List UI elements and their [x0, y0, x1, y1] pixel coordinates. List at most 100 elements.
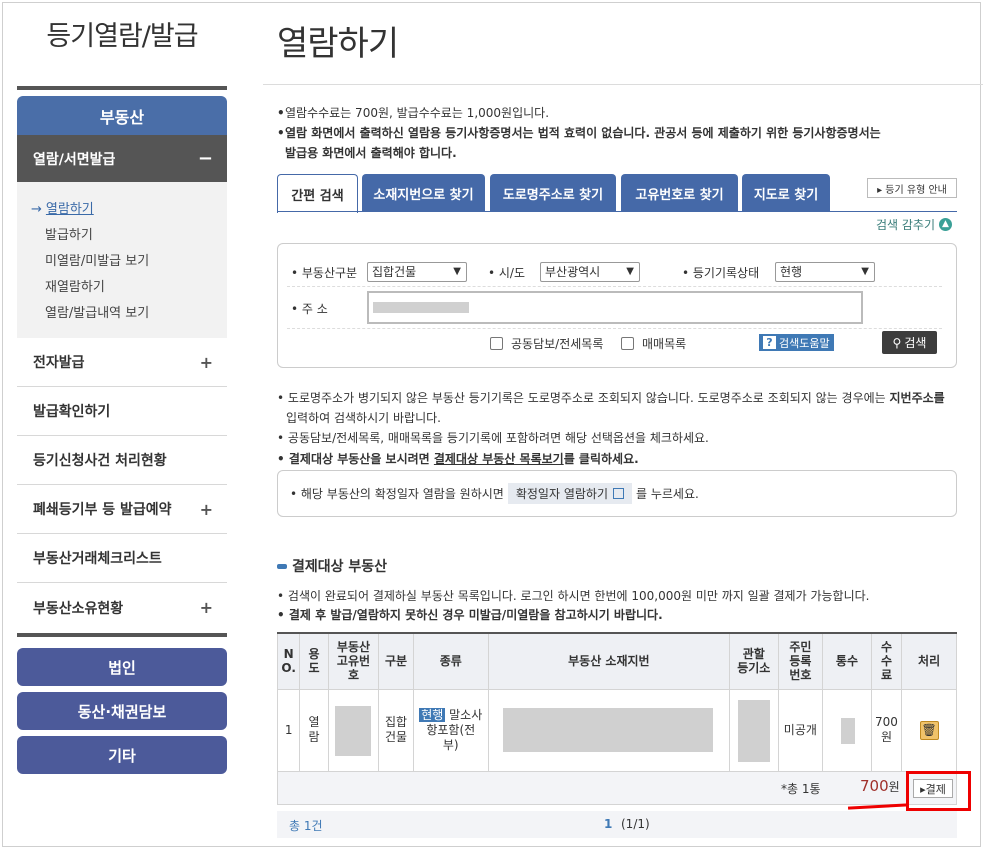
cell-address — [487, 688, 730, 772]
cell-unique-no — [327, 688, 380, 772]
cell-kind: 현행 말소사 항포함(전 부) — [412, 688, 489, 772]
chevron-down-icon: ▼ — [861, 266, 869, 277]
payment-table: N O. 용 도 부동산 고유번 호 구분 종류 부동산 소재지번 관할 등기소… — [276, 632, 957, 805]
minus-icon[interactable]: − — [198, 148, 213, 169]
sidebar-corporate-button[interactable]: 법인 — [17, 648, 227, 686]
tab-simple-search[interactable]: 간편 검색 — [277, 174, 358, 213]
collapse-search-toggle[interactable]: 검색 감추기 ▲ — [876, 216, 953, 233]
cell-resident: 미공개 — [777, 688, 824, 772]
trash-icon[interactable]: 🗑 — [919, 720, 939, 740]
info-road-address-cont: 입력하여 검색하시기 바랍니다. — [286, 411, 441, 425]
sidebar-sub-list: → 열람하기 발급하기 미열람/미발급 보기 재열람하기 열람/발급내역 보기 — [17, 182, 227, 338]
blurred-registry — [737, 699, 770, 762]
confirm-date-button[interactable]: 확정일자 열람하기 — [507, 483, 632, 504]
info-payment-list: • 결제대상 부동산을 보시려면 결제대상 부동산 목록보기를 클릭하세요. — [277, 452, 639, 466]
external-link-icon — [612, 488, 624, 499]
cell-use: 열 람 — [299, 688, 329, 772]
sidebar-menu-closed-registry[interactable]: 폐쇄등기부 등 발급예약 + — [17, 485, 227, 534]
registry-type-guide-button[interactable]: ▸ 등기 유형 안내 — [867, 178, 957, 198]
payment-list-link[interactable]: 결제대상 부동산 목록보기 — [434, 452, 564, 466]
col-registry: 관할 등기소 — [728, 632, 779, 690]
plus-icon[interactable]: + — [200, 598, 213, 617]
cell-no: 1 — [276, 688, 301, 772]
status-select[interactable]: 현행 ▼ — [775, 262, 875, 282]
sidebar-menu-verify[interactable]: 발급확인하기 — [17, 387, 227, 436]
sale-list-checkbox[interactable]: 매매목록 — [621, 335, 686, 352]
tab-lot-number[interactable]: 소재지번으로 찾기 — [362, 174, 485, 212]
sidebar-menu-ownership[interactable]: 부동산소유현황 + — [17, 583, 227, 632]
status-badge: 현행 — [419, 707, 446, 722]
info-options: • 공동담보/전세목록, 매매목록을 등기기록에 포함하려면 해당 선택옵션을 … — [277, 431, 709, 445]
chevron-down-icon: ▼ — [626, 266, 634, 277]
pager-current[interactable]: 1 — [604, 817, 612, 831]
col-category: 구분 — [378, 632, 414, 690]
tab-unique-number[interactable]: 고유번호로 찾기 — [621, 174, 738, 212]
sidebar-item-view[interactable]: → 열람하기 — [17, 197, 227, 223]
plus-icon[interactable]: + — [200, 500, 213, 519]
col-fee: 수 수 료 — [870, 632, 903, 690]
joint-collateral-checkbox[interactable]: 공동담보/전세목록 — [490, 335, 603, 352]
col-address: 부동산 소재지번 — [487, 632, 730, 690]
sidebar-item-unviewed[interactable]: 미열람/미발급 보기 — [17, 249, 227, 275]
chevron-down-icon: ▼ — [453, 266, 461, 277]
sidebar-movable-button[interactable]: 동산·채권담보 — [17, 692, 227, 730]
search-icon: ⚲ — [892, 335, 902, 350]
status-label: • 등기기록상태 — [682, 266, 760, 280]
sidebar-menu-e-issue[interactable]: 전자발급 + — [17, 338, 227, 387]
blurred-address — [373, 302, 469, 313]
cell-registry — [728, 688, 779, 772]
confirm-date-hint: • 해당 부동산의 확정일자 열람을 원하시면 확정일자 열람하기 를 누르세요… — [277, 470, 957, 517]
type-select[interactable]: 집합건물 ▼ — [367, 262, 467, 282]
table-summary-row — [277, 770, 957, 805]
sidebar-item-review[interactable]: 재열람하기 — [17, 275, 227, 301]
total-count: *총 1통 — [781, 782, 821, 796]
sidebar-sub-head[interactable]: 열람/서면발급 − — [17, 135, 227, 182]
chevron-up-icon: ▲ — [939, 218, 953, 231]
section-note-1: • 검색이 완료되어 결제하실 부동산 목록입니다. 로그인 하시면 한번에 1… — [277, 589, 870, 603]
city-select[interactable]: 부산광역시 ▼ — [540, 262, 640, 282]
col-copies: 통수 — [822, 632, 872, 690]
sidebar-item-history[interactable]: 열람/발급내역 보기 — [17, 301, 227, 327]
address-label: • 주 소 — [291, 302, 328, 316]
highlight-box — [906, 771, 971, 811]
sidebar-top-line — [17, 86, 227, 90]
sidebar-menu-checklist[interactable]: 부동산거래체크리스트 — [17, 534, 227, 583]
cell-category: 집합 건물 — [378, 688, 414, 772]
sidebar-realestate-button[interactable]: 부동산 — [17, 96, 227, 136]
info-road-address: • 도로명주소가 병기되지 않은 부동산 등기기록은 도로명주소로 조회되지 않… — [277, 391, 945, 405]
col-kind: 종류 — [412, 632, 489, 690]
cell-action: 🗑 — [901, 688, 957, 772]
title-divider — [263, 84, 983, 85]
notice-legal-cont: 발급용 화면에서 출력해야 합니다. — [285, 146, 457, 160]
sidebar-item-issue[interactable]: 발급하기 — [17, 223, 227, 249]
blurred-unique-no — [334, 705, 371, 756]
tab-road-address[interactable]: 도로명주소로 찾기 — [490, 174, 616, 212]
cell-fee: 700 원 — [870, 688, 903, 772]
tab-map[interactable]: 지도로 찾기 — [742, 174, 830, 212]
sidebar-sub-head-label: 열람/서면발급 — [33, 151, 116, 168]
search-divider — [287, 286, 942, 287]
sidebar-title: 등기열람/발급 — [46, 21, 198, 52]
section-title: 결제대상 부동산 — [277, 556, 387, 576]
search-help-button[interactable]: ? 검색도움말 — [759, 334, 834, 351]
section-note-2: • 결제 후 발급/열람하지 못하신 경우 미발급/미열람을 참고하시기 바랍니… — [277, 608, 663, 622]
arrow-right-icon: → — [31, 202, 42, 217]
sidebar-menu-status[interactable]: 등기신청사건 처리현황 — [17, 436, 227, 485]
blurred-address — [502, 707, 713, 752]
search-divider — [287, 328, 942, 329]
notice-fee: •열람수수료는 700원, 발급수수료는 1,000원입니다. — [277, 106, 550, 120]
city-label: • 시/도 — [488, 266, 526, 280]
search-button[interactable]: ⚲ 검색 — [882, 331, 937, 354]
col-no: N O. — [276, 632, 301, 690]
type-label: • 부동산구분 — [291, 266, 358, 280]
plus-icon[interactable]: + — [200, 353, 213, 372]
notice-legal: •열람 화면에서 출력하신 열람용 등기사항증명서는 법적 효력이 없습니다. … — [277, 126, 881, 140]
sidebar-etc-button[interactable]: 기타 — [17, 736, 227, 774]
address-input[interactable] — [367, 291, 863, 324]
cell-copies — [822, 688, 872, 772]
page-title: 열람하기 — [277, 24, 399, 64]
col-use: 용 도 — [299, 632, 329, 690]
col-resident: 주민 등록 번호 — [777, 632, 824, 690]
pager-of: (1/1) — [621, 817, 650, 831]
col-action: 처리 — [901, 632, 957, 690]
